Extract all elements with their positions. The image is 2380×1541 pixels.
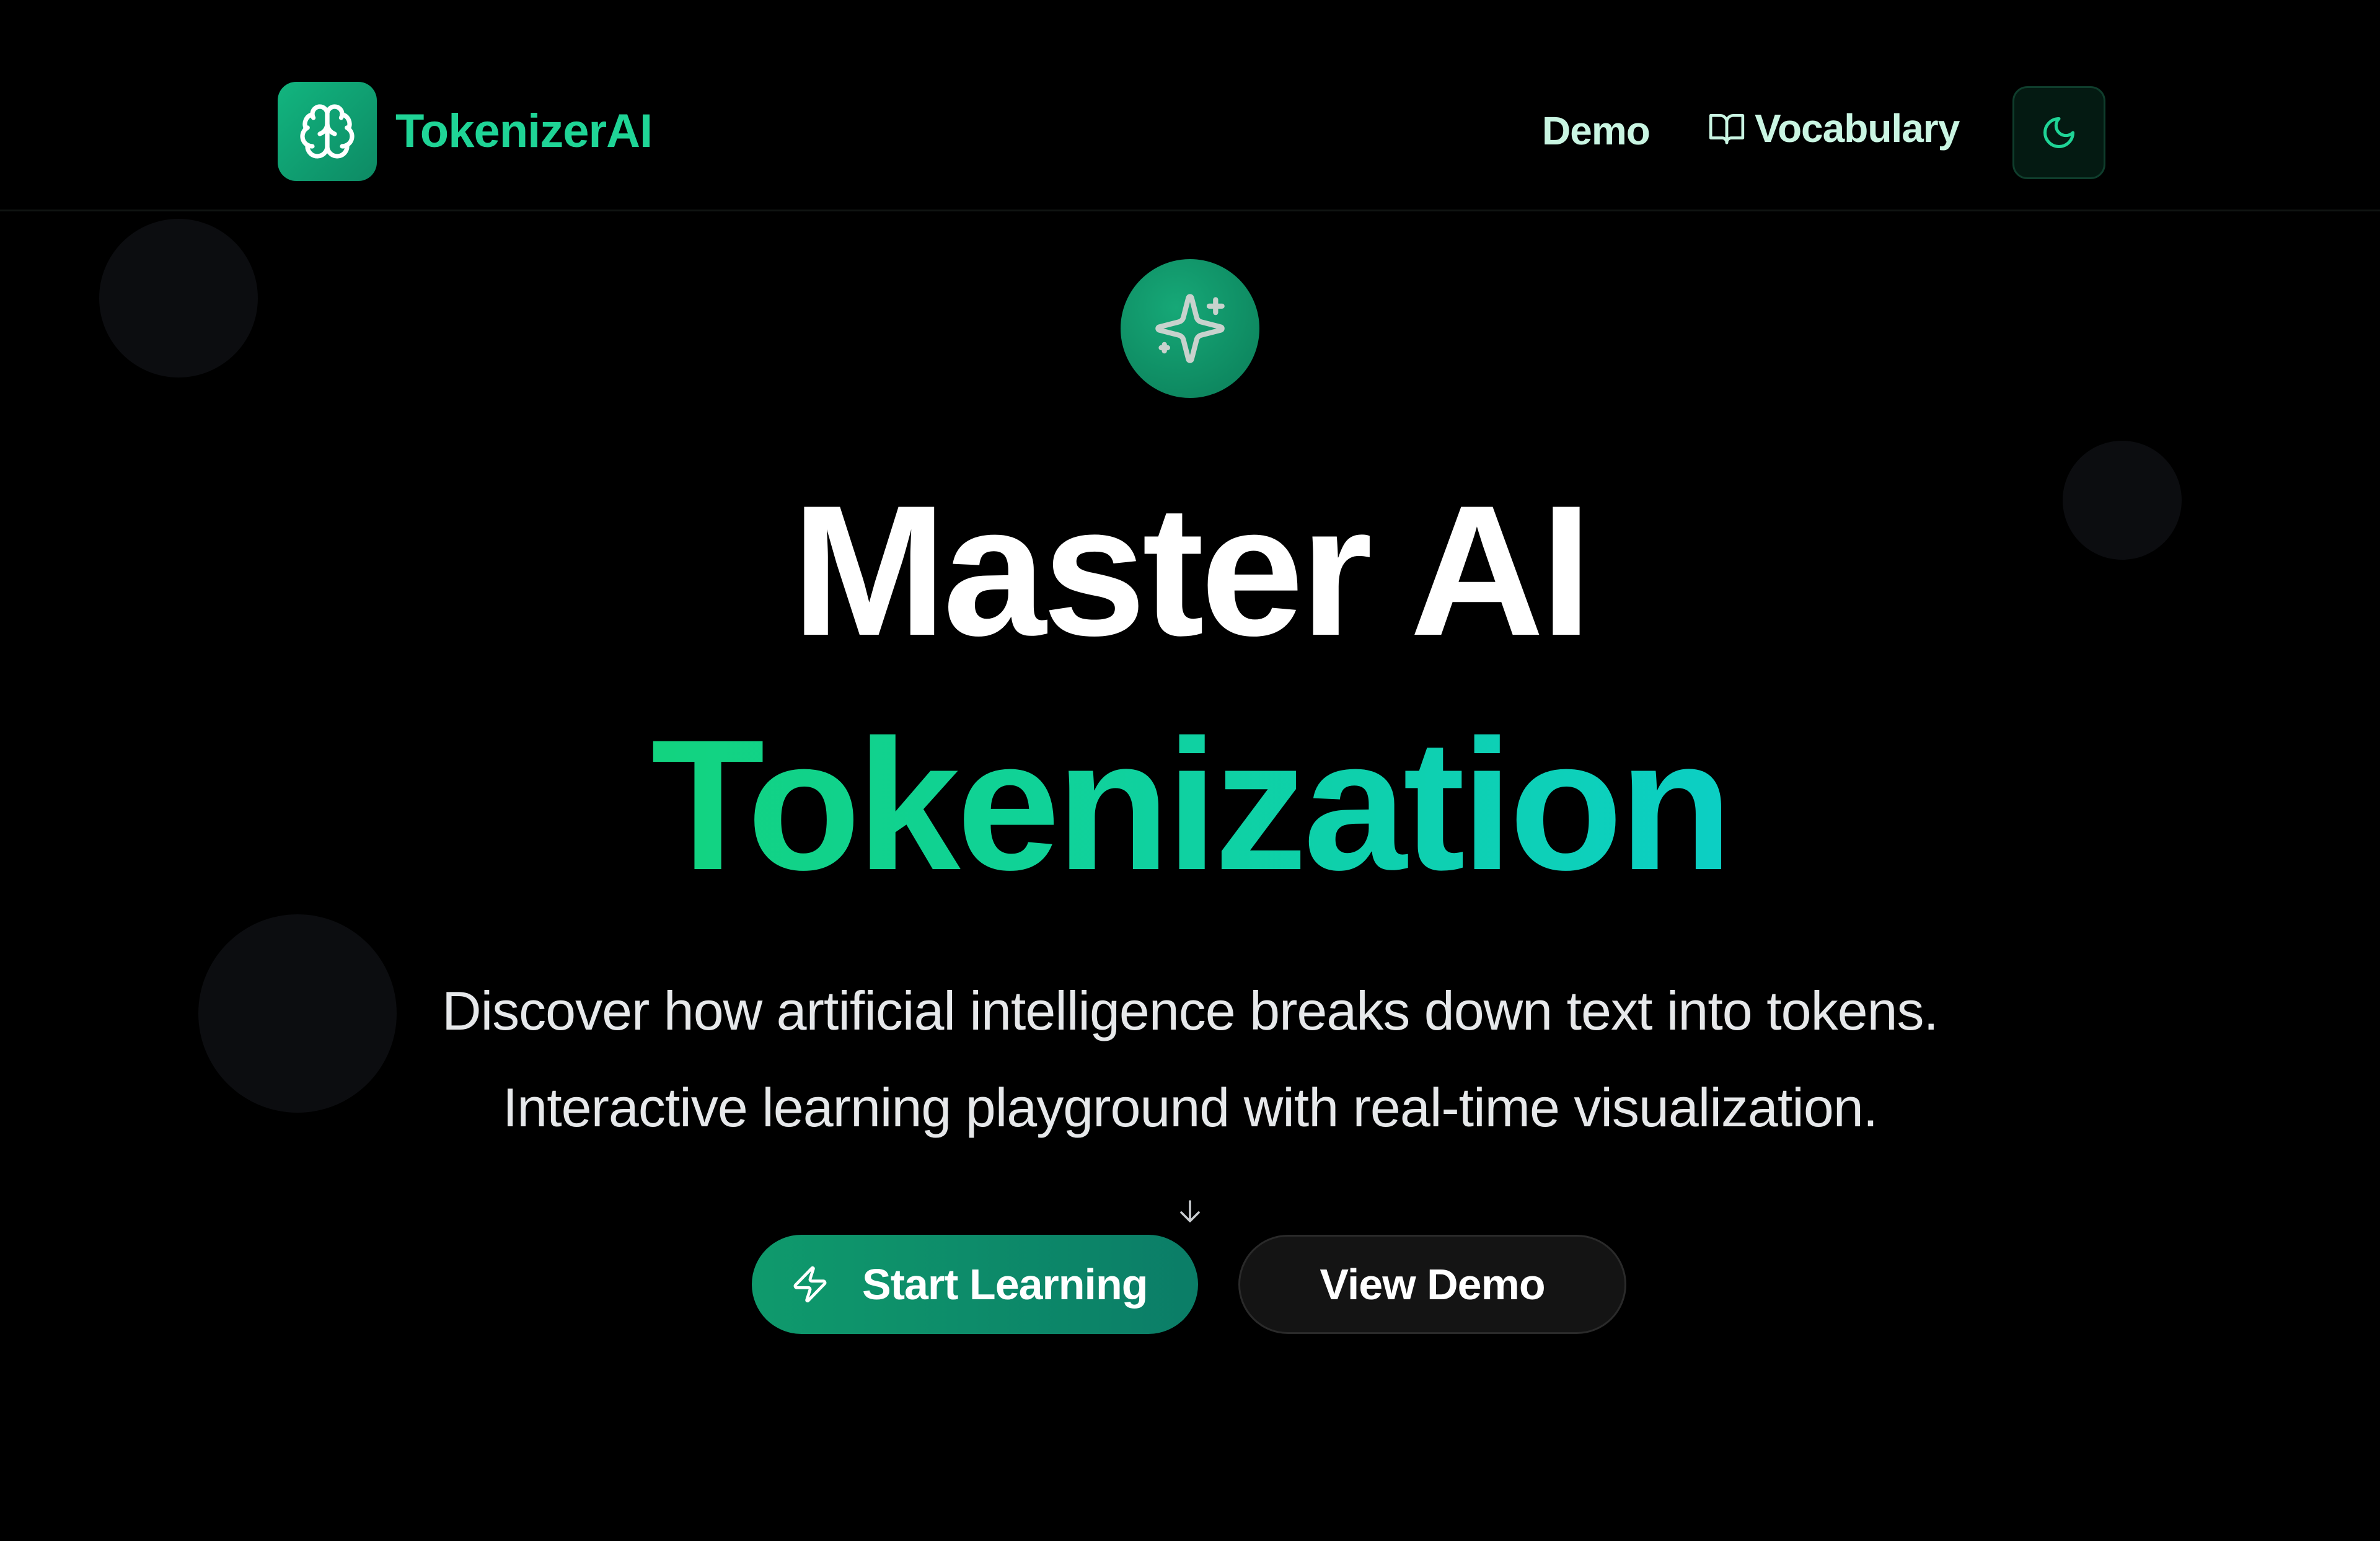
hero-subtitle-line2: Interactive learning playground with rea…	[502, 1077, 1878, 1138]
hero-subtitle-line1: Discover how artificial intelligence bre…	[442, 980, 1939, 1041]
decorative-circle	[99, 219, 258, 378]
landing-page: TokenizerAI Demo Vocabulary Master AI To…	[0, 0, 2380, 1541]
nav-link-demo[interactable]: Demo	[1542, 108, 1651, 154]
view-demo-label: View Demo	[1320, 1260, 1545, 1309]
theme-toggle-button[interactable]	[2012, 86, 2105, 179]
nav-link-vocabulary-label: Vocabulary	[1755, 106, 1960, 151]
start-learning-label: Start Learning	[862, 1260, 1148, 1309]
brand-name[interactable]: TokenizerAI	[395, 104, 653, 158]
logo[interactable]	[278, 82, 377, 181]
view-demo-button[interactable]: View Demo	[1238, 1235, 1626, 1334]
hero-title-line1: Master AI	[791, 466, 1592, 674]
hero-badge	[1121, 259, 1259, 398]
book-open-icon	[1709, 114, 1745, 144]
arrow-down-icon	[1180, 1200, 1200, 1222]
brain-icon	[300, 104, 355, 159]
hero-title-gradient-text: Tokenization	[651, 700, 1732, 909]
zap-icon	[793, 1266, 827, 1303]
moon-icon	[2043, 117, 2074, 148]
sparkles-icon	[1155, 294, 1225, 363]
hero-title-line2: Tokenization	[0, 699, 2380, 910]
top-navbar: TokenizerAI Demo Vocabulary	[0, 0, 2380, 211]
nav-link-vocabulary[interactable]: Vocabulary	[1708, 105, 1960, 151]
start-learning-button[interactable]: Start Learning	[752, 1235, 1198, 1334]
